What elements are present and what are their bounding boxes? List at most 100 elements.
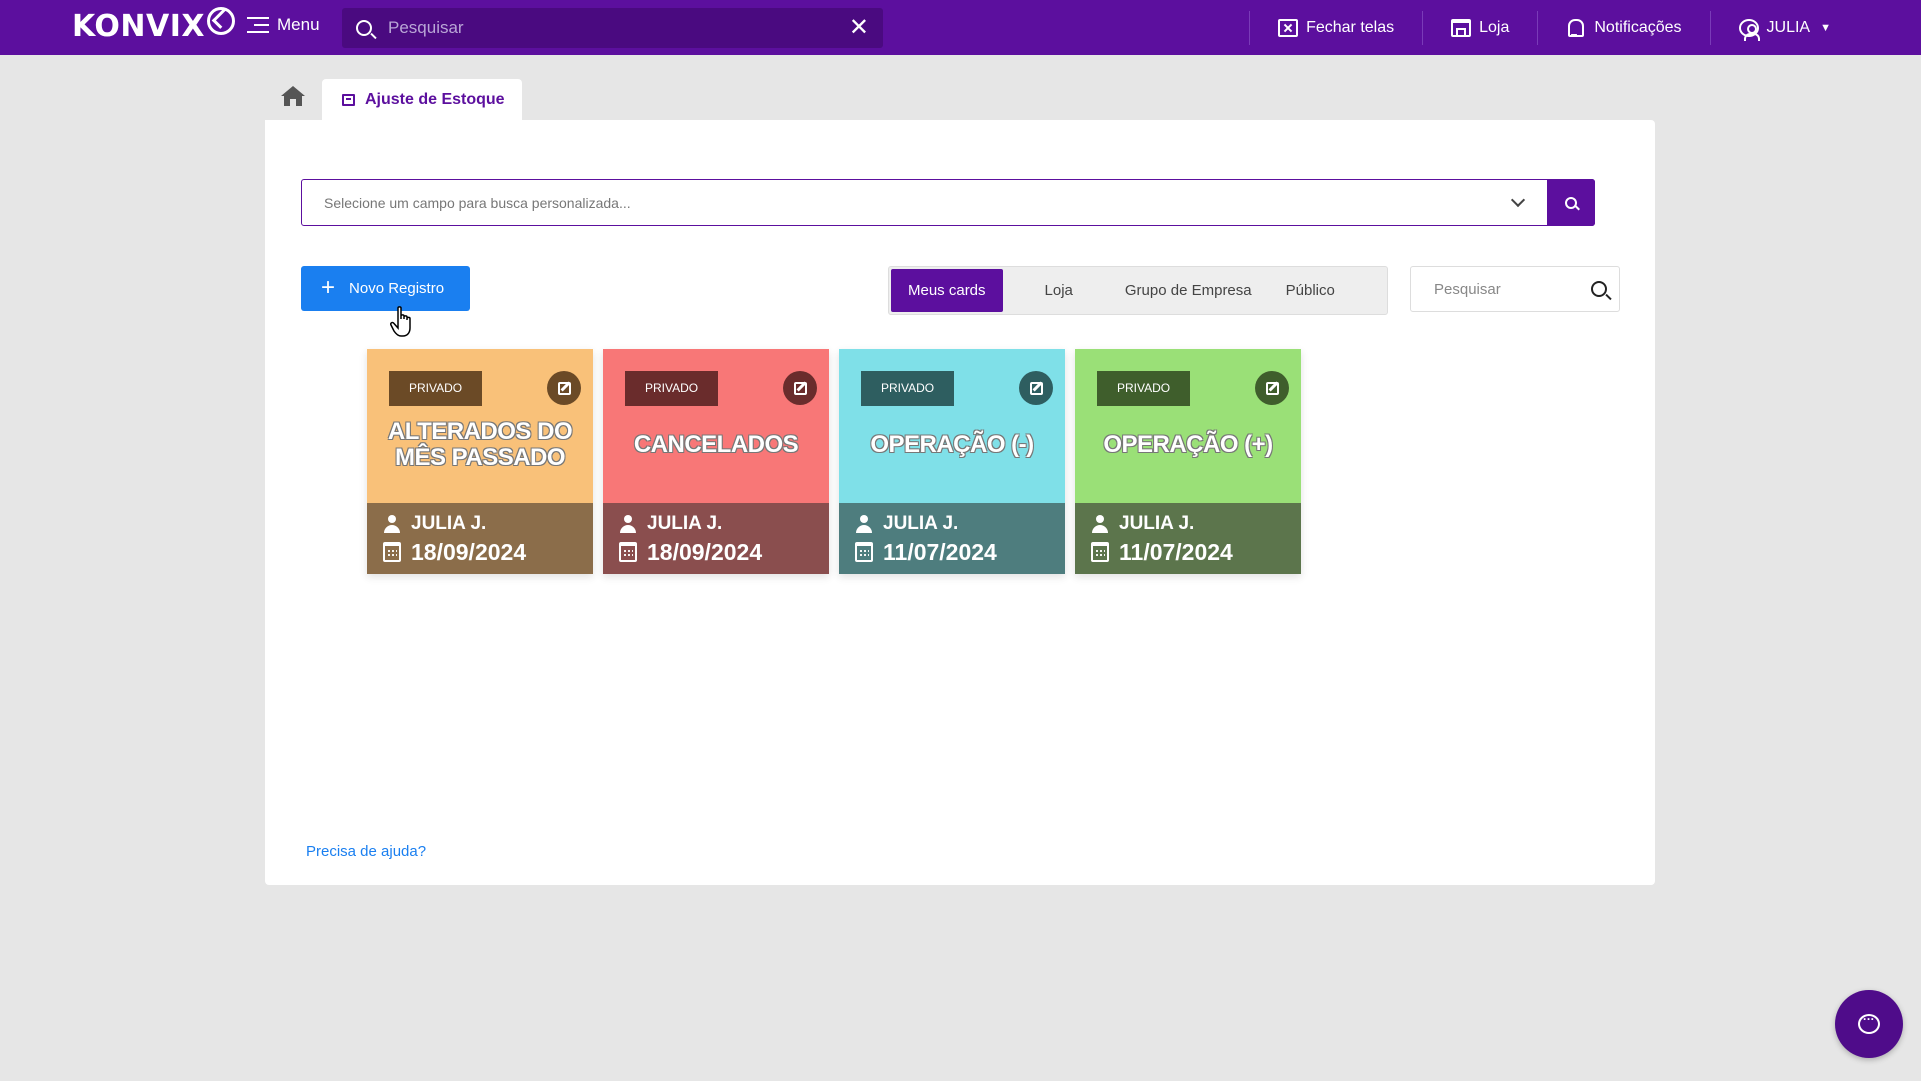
notifications-button[interactable]: Notificações — [1537, 10, 1709, 45]
card-header: PRIVADO OPERAÇÃO (+) — [1075, 349, 1301, 503]
card-owner-name: JULIA J. — [883, 513, 959, 534]
filter-grupo-de-empresa[interactable]: Grupo de Empresa — [1108, 269, 1269, 312]
store-label: Loja — [1479, 18, 1510, 36]
logo-text: KONVIX — [72, 9, 206, 44]
card-list: PRIVADO ALTERADOS DO MÊS PASSADO JULIA J… — [367, 349, 1301, 574]
user-icon — [619, 515, 637, 533]
user-icon — [383, 515, 401, 533]
main-panel: Selecione um campo para busca personaliz… — [265, 120, 1655, 885]
card-date-value: 11/07/2024 — [1119, 538, 1233, 565]
help-link[interactable]: Precisa de ajuda? — [306, 843, 426, 860]
card-header: PRIVADO CANCELADOS — [603, 349, 829, 503]
edit-card-button[interactable] — [783, 371, 817, 405]
card-owner-name: JULIA J. — [411, 513, 487, 534]
logo-check-icon — [207, 6, 236, 35]
card-footer: JULIA J. 18/09/2024 — [367, 503, 593, 574]
card-footer: JULIA J. 11/07/2024 — [839, 503, 1065, 574]
card-date-value: 18/09/2024 — [647, 538, 763, 565]
top-actions: Fechar telas Loja Notificações JULIA ▼ — [1249, 0, 1921, 55]
close-window-icon — [1278, 18, 1299, 37]
edit-icon — [557, 381, 571, 395]
new-record-label: Novo Registro — [349, 280, 445, 297]
privacy-badge: PRIVADO — [861, 371, 955, 406]
close-windows-label: Fechar telas — [1306, 18, 1395, 36]
card-header: PRIVADO ALTERADOS DO MÊS PASSADO — [367, 349, 593, 503]
edit-icon — [1265, 381, 1279, 395]
home-icon — [281, 86, 305, 106]
card-owner: JULIA J. — [1091, 512, 1285, 536]
card-footer: JULIA J. 18/09/2024 — [603, 503, 829, 574]
global-search: ✕ — [342, 8, 883, 48]
filter-publico[interactable]: Público — [1269, 269, 1352, 312]
card-operacao-mais[interactable]: PRIVADO OPERAÇÃO (+) JULIA J. 11/07/2024 — [1075, 349, 1301, 574]
user-menu-button[interactable]: JULIA ▼ — [1709, 10, 1921, 45]
hamburger-icon — [247, 17, 269, 33]
close-windows-button[interactable]: Fechar telas — [1249, 10, 1422, 45]
card-alterados[interactable]: PRIVADO ALTERADOS DO MÊS PASSADO JULIA J… — [367, 349, 593, 574]
card-header: PRIVADO OPERAÇÃO (-) — [839, 349, 1065, 503]
card-search-input[interactable] — [1434, 280, 1591, 298]
edit-card-button[interactable] — [547, 371, 581, 405]
plus-icon: + — [321, 273, 336, 301]
privacy-badge: PRIVADO — [389, 371, 483, 406]
user-icon — [855, 515, 873, 533]
edit-card-button[interactable] — [1019, 371, 1053, 405]
card-date: 11/07/2024 — [855, 536, 1049, 568]
card-search — [1410, 266, 1620, 312]
edit-icon — [793, 381, 807, 395]
card-date: 18/09/2024 — [619, 536, 813, 568]
store-icon — [1451, 18, 1472, 37]
close-icon[interactable]: ✕ — [849, 16, 869, 40]
user-label: JULIA — [1766, 18, 1811, 36]
privacy-badge: PRIVADO — [625, 371, 719, 406]
hand-cursor-icon — [390, 306, 411, 337]
chat-button[interactable] — [1835, 990, 1903, 1058]
calendar-icon — [619, 542, 637, 562]
tab-ajuste-de-estoque[interactable]: Ajuste de Estoque — [322, 79, 522, 121]
calendar-icon — [1091, 542, 1109, 562]
search-icon — [1565, 196, 1577, 209]
bell-icon — [1566, 18, 1586, 37]
tab-label: Ajuste de Estoque — [365, 91, 505, 108]
privacy-badge: PRIVADO — [1097, 371, 1191, 406]
konvix-logo[interactable]: KONVIX — [72, 6, 236, 44]
notifications-label: Notificações — [1594, 18, 1682, 36]
archive-icon — [342, 94, 355, 106]
filter-meus-cards[interactable]: Meus cards — [891, 269, 1003, 312]
top-navbar: KONVIX Menu ✕ Fechar telas Loja Notifica… — [0, 0, 1921, 55]
calendar-icon — [855, 542, 873, 562]
field-search-button[interactable] — [1547, 179, 1595, 226]
search-icon[interactable] — [1591, 281, 1607, 297]
edit-icon — [1029, 381, 1043, 395]
home-tab[interactable] — [280, 84, 310, 114]
search-icon — [356, 20, 372, 36]
card-operacao-menos[interactable]: PRIVADO OPERAÇÃO (-) JULIA J. 11/07/2024 — [839, 349, 1065, 574]
card-owner: JULIA J. — [383, 512, 577, 536]
card-footer: JULIA J. 11/07/2024 — [1075, 503, 1301, 574]
user-icon — [1091, 515, 1109, 533]
store-button[interactable]: Loja — [1422, 10, 1537, 45]
card-date: 18/09/2024 — [383, 536, 577, 568]
card-owner-name: JULIA J. — [647, 513, 723, 534]
visibility-filter-group: Meus cards Loja Grupo de Empresa Público — [888, 266, 1388, 315]
card-date: 11/07/2024 — [1091, 536, 1285, 568]
global-search-input[interactable] — [388, 18, 849, 38]
card-owner-name: JULIA J. — [1119, 513, 1195, 534]
menu-label: Menu — [277, 15, 320, 34]
card-cancelados[interactable]: PRIVADO CANCELADOS JULIA J. 18/09/2024 — [603, 349, 829, 574]
card-date-value: 18/09/2024 — [411, 538, 527, 565]
user-circle-icon — [1738, 18, 1760, 41]
card-owner: JULIA J. — [619, 512, 813, 536]
menu-button[interactable]: Menu — [247, 15, 320, 35]
calendar-icon — [383, 542, 401, 562]
card-owner: JULIA J. — [855, 512, 1049, 536]
field-select-placeholder[interactable]: Selecione um campo para busca personaliz… — [302, 195, 1513, 211]
edit-card-button[interactable] — [1255, 371, 1289, 405]
chat-bubble-icon — [1858, 1009, 1880, 1034]
filter-loja[interactable]: Loja — [1003, 269, 1108, 312]
chevron-down-icon: ▼ — [1820, 21, 1831, 34]
new-record-button[interactable]: + Novo Registro — [301, 266, 470, 311]
custom-field-search[interactable]: Selecione um campo para busca personaliz… — [301, 179, 1595, 226]
chevron-down-icon[interactable] — [1510, 192, 1526, 208]
card-date-value: 11/07/2024 — [883, 538, 997, 565]
